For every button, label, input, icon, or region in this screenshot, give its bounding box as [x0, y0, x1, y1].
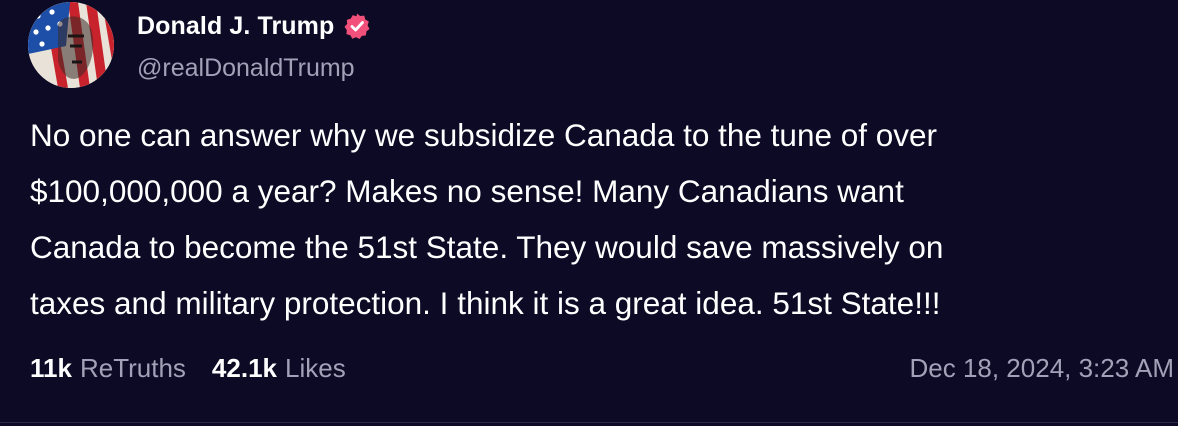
name-row: Donald J. Trump: [137, 8, 371, 44]
likes-count: 42.1k: [211, 352, 277, 383]
verified-badge-icon: [343, 12, 371, 40]
likes-label: Likes: [285, 352, 346, 383]
post-body: No one can answer why we subsidize Canad…: [30, 117, 944, 321]
post-stats: 11k ReTruths 42.1k Likes Dec 18, 2024, 3:2…: [30, 350, 1178, 386]
author-block: Donald J. Trump @realDonaldTrump: [137, 8, 371, 83]
likes-stat[interactable]: 42.1k Likes: [212, 353, 346, 384]
truth-post: Donald J. Trump @realDonaldTrump No one …: [0, 0, 1178, 426]
retruths-count: 11k: [30, 352, 72, 383]
post-timestamp[interactable]: Dec 18, 2024, 3:23 AM: [909, 353, 1174, 384]
handle[interactable]: @realDonaldTrump: [137, 54, 371, 83]
retruths-label: ReTruths: [79, 352, 186, 383]
retruths-stat[interactable]: 11k ReTruths: [30, 353, 186, 384]
display-name[interactable]: Donald J. Trump: [137, 12, 334, 41]
avatar[interactable]: [28, 2, 114, 88]
avatar-image: [28, 2, 114, 88]
divider: [0, 422, 1178, 423]
